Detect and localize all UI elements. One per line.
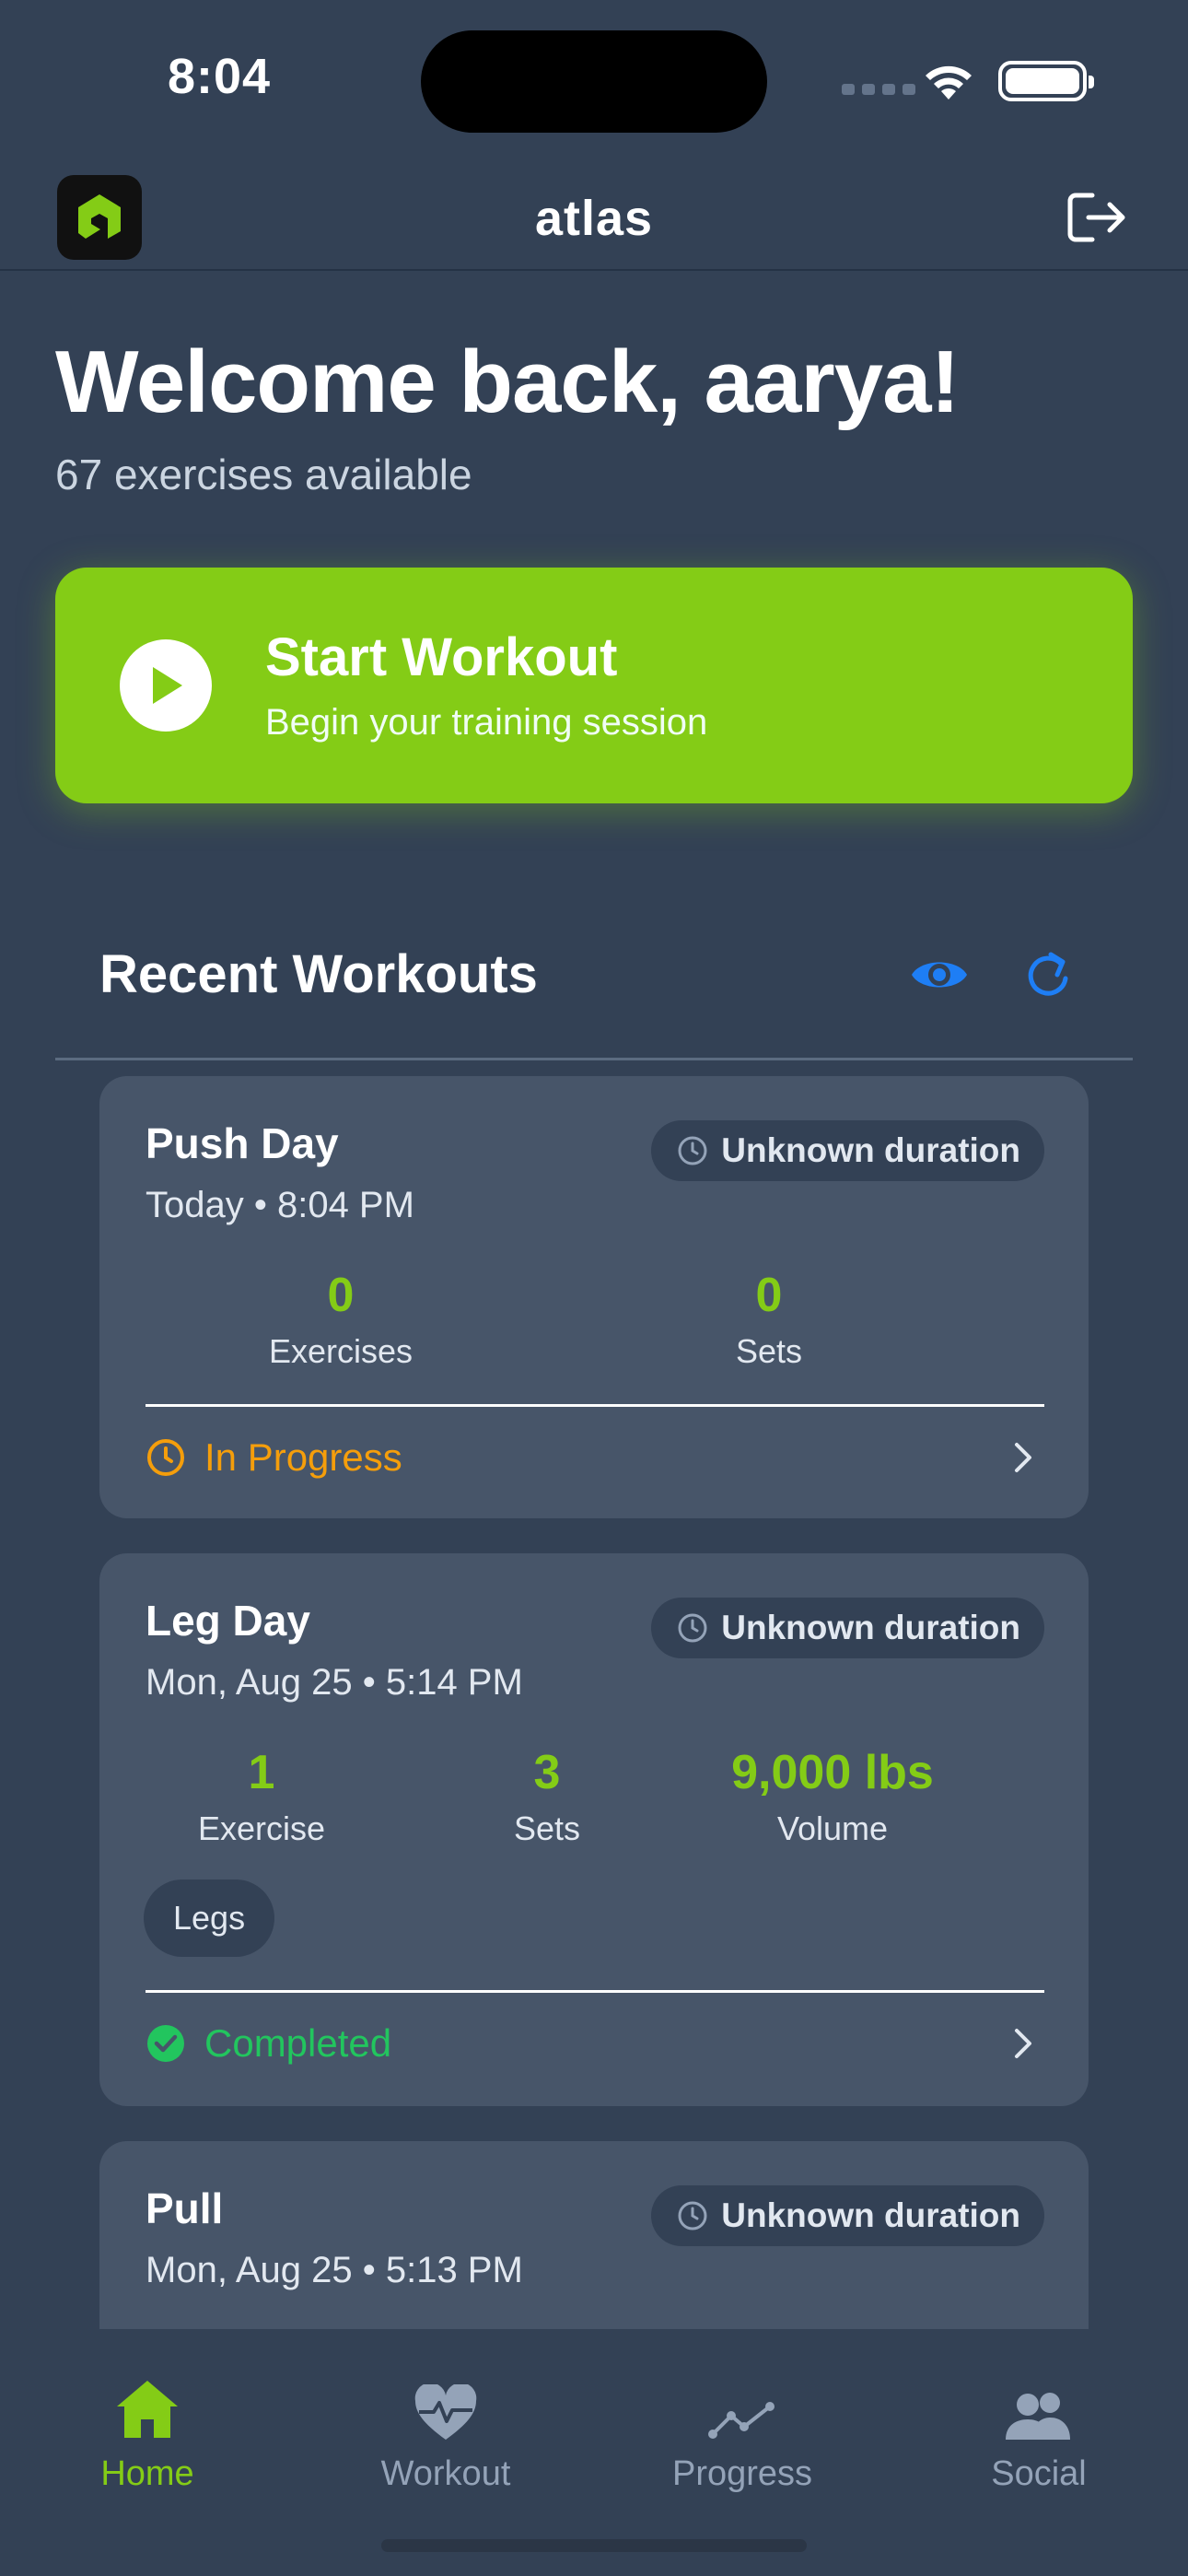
start-workout-button[interactable]: Start Workout Begin your training sessio… [55, 568, 1133, 803]
workout-status-row[interactable]: Completed [146, 2016, 1044, 2071]
chevron-right-icon [1015, 1443, 1031, 1472]
stat-exercise: 1 Exercise [123, 1745, 400, 1848]
workout-name: Push Day [146, 1119, 339, 1167]
battery-icon [998, 61, 1094, 101]
home-indicator [381, 2539, 807, 2552]
section-divider [55, 1058, 1133, 1060]
logout-icon [1067, 193, 1125, 242]
workout-name: Pull [146, 2184, 224, 2232]
duration-badge: Unknown duration [651, 2185, 1044, 2246]
dynamic-island [421, 30, 767, 133]
refresh-button[interactable] [1024, 947, 1072, 999]
tab-workout[interactable]: Workout [344, 2368, 547, 2494]
play-icon [120, 639, 212, 732]
clock-icon [678, 1136, 707, 1165]
welcome-heading: Welcome back, aarya! [55, 333, 960, 431]
duration-badge: Unknown duration [651, 1120, 1044, 1181]
trend-line-icon [708, 2402, 775, 2439]
toggle-visibility-button[interactable] [910, 949, 969, 1001]
stat-label: Exercise [197, 1809, 326, 1847]
stat-label: Exercises [268, 1332, 413, 1370]
clock-icon [147, 1439, 184, 1476]
status-time: 8:04 [168, 49, 272, 104]
tab-social[interactable]: Social [938, 2368, 1140, 2494]
stat-value: 1 [248, 1746, 275, 1799]
card-divider [146, 1404, 1044, 1407]
status-bar: 8:04 [0, 0, 1188, 157]
workout-date: Mon, Aug 25 • 5:14 PM [146, 1662, 523, 1703]
stat-value: 3 [533, 1746, 561, 1799]
start-workout-title: Start Workout [265, 627, 618, 687]
workout-status: In Progress [204, 1435, 402, 1479]
workout-status-row[interactable]: In Progress [146, 1430, 1044, 1485]
stat-sets: 0 Sets [631, 1268, 907, 1371]
workout-card-push-day[interactable]: Push Day Today • 8:04 PM Unknown duratio… [99, 1076, 1089, 1518]
logout-button[interactable] [1066, 190, 1127, 245]
stat-value: 0 [755, 1269, 783, 1322]
tab-label: Home [100, 2454, 194, 2493]
tab-home[interactable]: Home [46, 2368, 249, 2494]
workout-card-pull[interactable]: Pull Mon, Aug 25 • 5:13 PM Unknown durat… [99, 2141, 1089, 2329]
duration-text: Unknown duration [721, 2196, 1020, 2234]
stat-label: Sets [513, 1809, 581, 1847]
eye-icon [912, 962, 967, 988]
workout-card-leg-day[interactable]: Leg Day Mon, Aug 25 • 5:14 PM Unknown du… [99, 1553, 1089, 2106]
refresh-icon [1028, 952, 1068, 996]
check-circle-icon [147, 2025, 184, 2062]
workout-date: Today • 8:04 PM [146, 1185, 414, 1225]
workout-status: Completed [204, 2021, 392, 2065]
app-header: atlas [0, 157, 1188, 271]
stat-value: 9,000 lbs [731, 1746, 934, 1799]
workout-date: Mon, Aug 25 • 5:13 PM [146, 2250, 523, 2290]
recent-workouts-heading: Recent Workouts [99, 944, 538, 1004]
stat-exercises: 0 Exercises [203, 1268, 479, 1371]
workout-list[interactable]: Push Day Today • 8:04 PM Unknown duratio… [0, 1069, 1188, 2329]
chevron-right-icon [1015, 2029, 1031, 2058]
tab-label: Social [991, 2454, 1087, 2493]
muscle-tag: Legs [144, 1879, 275, 1957]
app-title: atlas [534, 191, 654, 246]
clock-icon [678, 1613, 707, 1643]
stat-label: Sets [735, 1332, 803, 1370]
stat-sets: 3 Sets [409, 1745, 685, 1848]
tab-label: Workout [380, 2454, 511, 2493]
stat-label: Volume [776, 1809, 889, 1847]
tab-label: Progress [671, 2454, 813, 2493]
cellular-signal-icon [842, 84, 915, 95]
users-icon [1006, 2393, 1070, 2440]
heart-pulse-icon [414, 2384, 477, 2440]
card-divider [146, 1990, 1044, 1993]
wifi-icon [926, 65, 972, 100]
workout-name: Leg Day [146, 1597, 310, 1645]
tab-progress[interactable]: Progress [641, 2368, 844, 2494]
home-icon [117, 2381, 178, 2438]
exercise-count: 67 exercises available [55, 451, 472, 498]
duration-text: Unknown duration [721, 1131, 1020, 1169]
stat-value: 0 [327, 1269, 355, 1322]
start-workout-subtitle: Begin your training session [265, 702, 708, 743]
clock-icon [678, 2201, 707, 2231]
duration-badge: Unknown duration [651, 1598, 1044, 1658]
duration-text: Unknown duration [721, 1609, 1020, 1646]
stat-volume: 9,000 lbs Volume [694, 1745, 971, 1848]
